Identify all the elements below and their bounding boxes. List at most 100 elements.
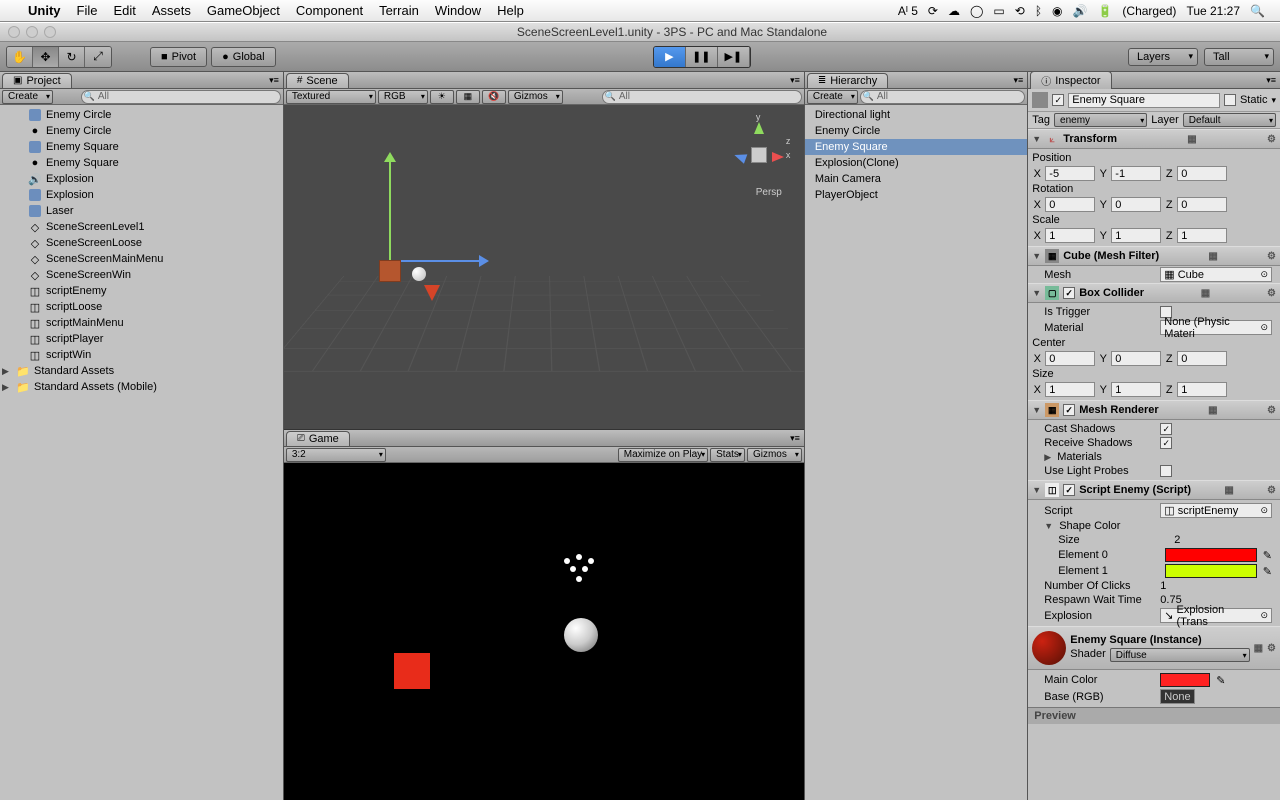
scene-fx-toggle[interactable]: ▦ <box>456 90 480 104</box>
meshfilter-help-icon[interactable]: ▦ <box>1208 251 1217 262</box>
projection-label[interactable]: Persp <box>756 187 782 198</box>
orientation-gizmo[interactable]: y x z <box>734 130 784 180</box>
project-item[interactable]: Enemy Square <box>0 139 283 155</box>
shader-dropdown[interactable]: Diffuse <box>1110 648 1250 662</box>
physmat-field[interactable]: None (Physic Materi⊙ <box>1160 320 1272 335</box>
castshadows-checkbox[interactable]: ✓ <box>1160 423 1172 435</box>
element1-color[interactable] <box>1165 564 1257 578</box>
eyedropper-icon[interactable]: ✎ <box>1263 565 1272 578</box>
project-item[interactable]: ◇SceneScreenLoose <box>0 235 283 251</box>
menu-component[interactable]: Component <box>288 3 371 18</box>
pos-y-field[interactable] <box>1111 166 1161 181</box>
scene-view[interactable]: Textured RGB ☀ ▦ 🔇 Gizmos All y x <box>284 89 804 430</box>
scene-options[interactable]: ▾≡ <box>786 75 804 86</box>
transform-header[interactable]: ▼⟀ Transform ▦ ⚙ <box>1028 129 1280 149</box>
game-stats-toggle[interactable]: Stats <box>710 448 745 462</box>
hierarchy-create-dropdown[interactable]: Create <box>807 90 858 104</box>
hierarchy-item[interactable]: Main Camera <box>805 171 1027 187</box>
pos-x-field[interactable] <box>1045 166 1095 181</box>
size-y-field[interactable] <box>1111 382 1161 397</box>
meshrenderer-gear-icon[interactable]: ⚙ <box>1267 405 1276 416</box>
game-viewport[interactable] <box>284 463 804 800</box>
project-search[interactable]: All <box>81 90 281 104</box>
size-x-field[interactable] <box>1045 382 1095 397</box>
scriptenemy-gear-icon[interactable]: ⚙ <box>1267 485 1276 496</box>
menu-app[interactable]: Unity <box>20 3 69 18</box>
rot-x-field[interactable] <box>1045 197 1095 212</box>
mesh-field[interactable]: ▦Cube⊙ <box>1160 267 1272 282</box>
hand-tool[interactable]: ✋ <box>7 47 33 67</box>
center-y-field[interactable] <box>1111 351 1161 366</box>
scriptenemy-help-icon[interactable]: ▦ <box>1224 485 1233 496</box>
meshfilter-gear-icon[interactable]: ⚙ <box>1267 251 1276 262</box>
minimize-window-button[interactable] <box>26 26 38 38</box>
go-active-checkbox[interactable]: ✓ <box>1052 94 1064 106</box>
menu-window[interactable]: Window <box>427 3 489 18</box>
tag-dropdown[interactable]: enemy <box>1054 113 1147 127</box>
boxcollider-enabled-checkbox[interactable]: ✓ <box>1063 287 1075 299</box>
hierarchy-options[interactable]: ▾≡ <box>1010 75 1028 86</box>
hierarchy-item[interactable]: PlayerObject <box>805 187 1027 203</box>
menu-terrain[interactable]: Terrain <box>371 3 427 18</box>
explosion-field[interactable]: ↘Explosion (Trans⊙ <box>1160 608 1272 623</box>
project-tab[interactable]: ▣Project <box>2 73 72 88</box>
scale-z-field[interactable] <box>1177 228 1227 243</box>
scene-player-cone[interactable] <box>424 285 440 301</box>
static-dropdown-icon[interactable]: ▾ <box>1271 95 1276 106</box>
project-item[interactable]: ◫scriptLoose <box>0 299 283 315</box>
scene-audio-toggle[interactable]: 🔇 <box>482 90 506 104</box>
project-item[interactable]: ◇SceneScreenWin <box>0 267 283 283</box>
maincolor-swatch[interactable] <box>1160 673 1210 687</box>
game-options[interactable]: ▾≡ <box>786 433 804 444</box>
pause-button[interactable]: ❚❚ <box>686 47 718 67</box>
script-field[interactable]: ◫scriptEnemy⊙ <box>1160 503 1272 518</box>
scene-rendermode-dropdown[interactable]: RGB <box>378 90 428 104</box>
basergb-texture[interactable]: None <box>1160 689 1194 704</box>
scene-tab[interactable]: #Scene <box>286 73 349 88</box>
spotlight-icon[interactable]: 🔍 <box>1245 4 1270 18</box>
shapecolor-label[interactable]: Shape Color <box>1059 520 1169 532</box>
scene-gizmos-dropdown[interactable]: Gizmos <box>508 90 563 104</box>
go-name-field[interactable] <box>1068 93 1220 108</box>
move-gizmo-y-axis[interactable] <box>389 160 391 260</box>
transform-help-icon[interactable]: ▦ <box>1187 134 1196 145</box>
size-z-field[interactable] <box>1177 382 1227 397</box>
layer-dropdown[interactable]: Default <box>1183 113 1276 127</box>
eyedropper-icon[interactable]: ✎ <box>1216 674 1225 687</box>
inspector-tab[interactable]: ⓘInspector <box>1030 72 1111 89</box>
move-tool[interactable]: ✥ <box>33 47 59 67</box>
material-help-icon[interactable]: ▦ <box>1254 643 1263 654</box>
hierarchy-tab[interactable]: ≣Hierarchy <box>807 73 888 88</box>
scale-y-field[interactable] <box>1111 228 1161 243</box>
preview-header[interactable]: Preview <box>1028 707 1280 724</box>
scale-x-field[interactable] <box>1045 228 1095 243</box>
element0-color[interactable] <box>1165 548 1257 562</box>
material-header[interactable]: Enemy Square (Instance) Shader Diffuse ▦… <box>1028 626 1280 670</box>
rotate-tool[interactable]: ↻ <box>59 47 85 67</box>
meshrenderer-header[interactable]: ▼▦ ✓ Mesh Renderer ▦ ⚙ <box>1028 400 1280 420</box>
gameobject-icon[interactable] <box>1032 92 1048 108</box>
step-button[interactable]: ▶❚ <box>718 47 750 67</box>
project-create-dropdown[interactable]: Create <box>2 90 53 104</box>
game-aspect-dropdown[interactable]: 3:2 <box>286 448 386 462</box>
transform-gear-icon[interactable]: ⚙ <box>1267 134 1276 145</box>
global-toggle[interactable]: ●Global <box>211 47 275 67</box>
scene-enemy-circle[interactable] <box>412 267 426 281</box>
menu-assets[interactable]: Assets <box>144 3 199 18</box>
scene-shading-dropdown[interactable]: Textured <box>286 90 376 104</box>
menu-edit[interactable]: Edit <box>105 3 143 18</box>
pos-z-field[interactable] <box>1177 166 1227 181</box>
hierarchy-item[interactable]: Enemy Square <box>805 139 1027 155</box>
close-window-button[interactable] <box>8 26 20 38</box>
hierarchy-search[interactable]: All <box>860 90 1025 104</box>
scene-search[interactable]: All <box>602 90 802 104</box>
inspector-options[interactable]: ▾≡ <box>1262 75 1280 86</box>
meshfilter-header[interactable]: ▼▦ Cube (Mesh Filter) ▦ ⚙ <box>1028 246 1280 266</box>
project-item[interactable]: ●Enemy Circle <box>0 123 283 139</box>
meshrenderer-enabled-checkbox[interactable]: ✓ <box>1063 404 1075 416</box>
meshrenderer-help-icon[interactable]: ▦ <box>1208 405 1217 416</box>
rot-z-field[interactable] <box>1177 197 1227 212</box>
layers-dropdown[interactable]: Layers <box>1128 48 1198 66</box>
move-gizmo-x-axis[interactable] <box>391 260 481 262</box>
game-gizmos-dropdown[interactable]: Gizmos <box>747 448 802 462</box>
